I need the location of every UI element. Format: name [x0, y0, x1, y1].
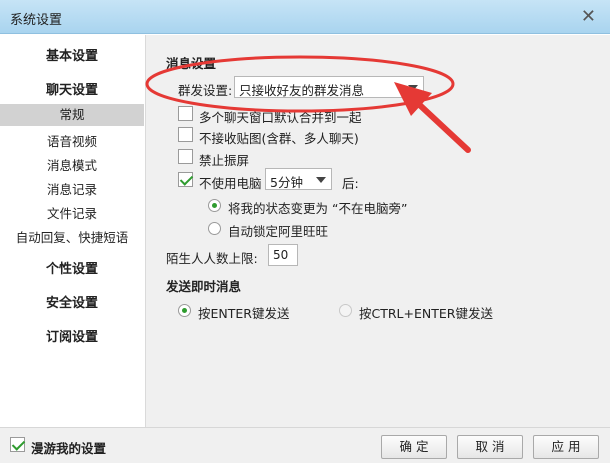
- idle-away-label: 将我的状态变更为 “不在电脑旁”: [228, 201, 408, 216]
- chevron-down-icon: [316, 177, 326, 183]
- message-settings-title: 消息设置: [166, 56, 217, 71]
- idle-lock-label: 自动锁定阿里旺旺: [228, 224, 329, 239]
- send-ctrl-enter-radio[interactable]: [339, 304, 352, 317]
- close-icon[interactable]: ✕: [581, 6, 596, 27]
- group-send-value: 只接收好友的群发消息: [239, 83, 365, 98]
- apply-button[interactable]: 应 用: [533, 435, 599, 459]
- send-enter-radio[interactable]: [178, 304, 191, 317]
- group-send-label: 群发设置:: [178, 83, 233, 98]
- send-ctrl-enter-label: 按CTRL+ENTER键发送: [359, 306, 493, 321]
- idle-checkbox[interactable]: [178, 172, 193, 187]
- dialog-footer: 漫游我的设置 确 定 取 消 应 用: [0, 427, 610, 463]
- idle-suffix-label: 后:: [342, 176, 359, 191]
- stranger-limit-input[interactable]: 50: [268, 244, 298, 266]
- sidebar-group-security[interactable]: 安全设置: [0, 292, 144, 311]
- settings-sidebar: 基本设置 聊天设置 常规 语音视频 消息模式 消息记录 文件记录 自动回复、快捷…: [0, 35, 144, 427]
- window-title: 系统设置: [10, 13, 63, 28]
- chevron-down-icon: [408, 85, 418, 91]
- roaming-checkbox[interactable]: [10, 437, 25, 452]
- group-send-select[interactable]: 只接收好友的群发消息: [234, 76, 424, 98]
- idle-away-radio[interactable]: [208, 199, 221, 212]
- sidebar-group-subscribe[interactable]: 订阅设置: [0, 326, 144, 345]
- send-im-title: 发送即时消息: [166, 279, 242, 294]
- stranger-limit-label: 陌生人人数上限:: [166, 251, 258, 266]
- idle-prefix-label: 不使用电脑: [199, 176, 262, 191]
- ok-button[interactable]: 确 定: [381, 435, 447, 459]
- no-stickers-label: 不接收贴图(含群、多人聊天): [199, 131, 359, 146]
- sidebar-item-file-history[interactable]: 文件记录: [0, 203, 144, 222]
- sidebar-group-personal[interactable]: 个性设置: [0, 258, 144, 277]
- sidebar-item-message-mode[interactable]: 消息模式: [0, 155, 144, 174]
- sidebar-item-message-history[interactable]: 消息记录: [0, 179, 144, 198]
- idle-time-value: 5分钟: [270, 175, 303, 190]
- idle-lock-radio[interactable]: [208, 222, 221, 235]
- merge-windows-checkbox[interactable]: [178, 106, 193, 121]
- title-bar: 系统设置 ✕: [0, 0, 610, 34]
- merge-windows-label: 多个聊天窗口默认合并到一起: [199, 110, 362, 125]
- sidebar-group-basic[interactable]: 基本设置: [0, 45, 144, 64]
- roaming-label: 漫游我的设置: [31, 441, 107, 456]
- no-shake-checkbox[interactable]: [178, 149, 193, 164]
- no-stickers-checkbox[interactable]: [178, 127, 193, 142]
- sidebar-item-auto-reply[interactable]: 自动回复、快捷短语: [0, 227, 144, 246]
- cancel-button[interactable]: 取 消: [457, 435, 523, 459]
- no-shake-label: 禁止振屏: [199, 153, 250, 168]
- sidebar-item-voice-video[interactable]: 语音视频: [0, 131, 144, 150]
- sidebar-item-general[interactable]: 常规: [0, 104, 144, 126]
- settings-panel: 消息设置 群发设置: 只接收好友的群发消息 多个聊天窗口默认合并到一起 不接收贴…: [145, 35, 610, 427]
- sidebar-group-chat[interactable]: 聊天设置: [0, 79, 144, 98]
- idle-time-select[interactable]: 5分钟: [265, 168, 332, 190]
- send-enter-label: 按ENTER键发送: [198, 306, 290, 321]
